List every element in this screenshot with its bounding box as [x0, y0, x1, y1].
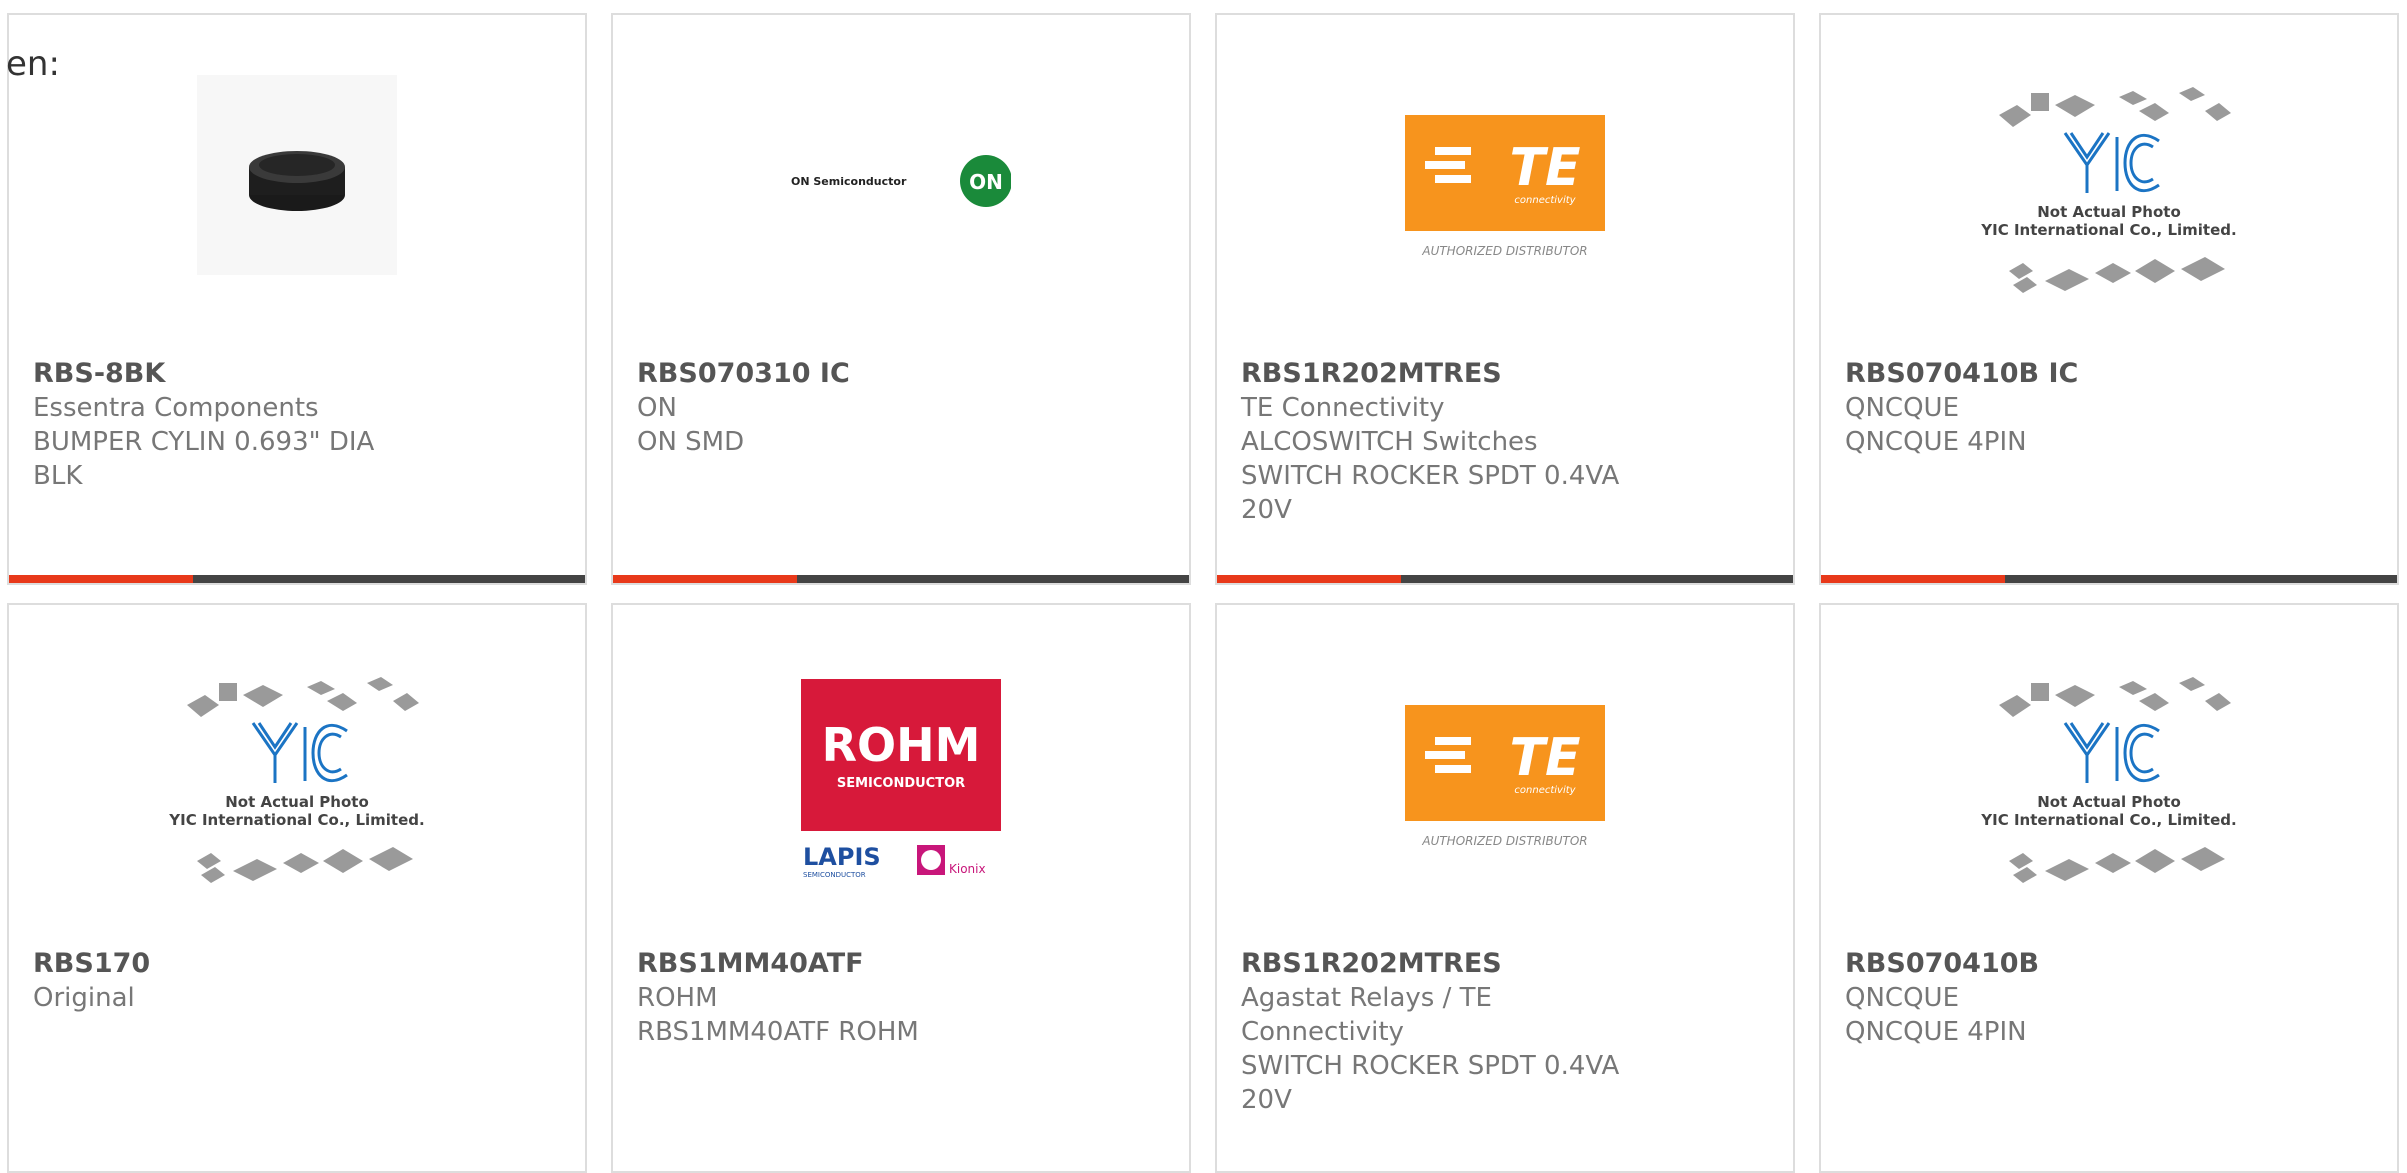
product-info: RBS1R202MTRES Agastat Relays / TE Connec… — [1241, 947, 1769, 1117]
placeholder-line-1: Not Actual Photo — [2037, 793, 2181, 811]
product-image[interactable]: ON Semiconductor ON — [613, 75, 1189, 315]
logo-text: connectivity — [1514, 195, 1576, 206]
description: SWITCH ROCKER SPDT 0.4VA 20V — [1241, 461, 1620, 525]
product-image[interactable]: Not Actual Photo YIC International Co., … — [1821, 665, 2397, 905]
card-bar — [1821, 575, 2397, 583]
placeholder-line-2: YIC International Co., Limited. — [1980, 811, 2236, 829]
logo-caption: AUTHORIZED DISTRIBUTOR — [1421, 244, 1587, 258]
logo-badge: ON — [969, 170, 1003, 194]
te-connectivity-logo-icon: TE connectivity AUTHORIZED DISTRIBUTOR — [1405, 115, 1605, 258]
te-connectivity-logo-icon: TE connectivity AUTHORIZED DISTRIBUTOR — [1405, 705, 1605, 848]
yic-placeholder-icon: Not Actual Photo YIC International Co., … — [1980, 87, 2237, 293]
part-number[interactable]: RBS1MM40ATF — [637, 947, 1165, 981]
product-info: RBS170 Original — [33, 947, 561, 1015]
manufacturer: ROHM — [637, 983, 718, 1013]
manufacturer: ON — [637, 393, 677, 423]
product-image[interactable] — [9, 75, 585, 315]
product-info: RBS070310 IC ON ON SMD — [637, 357, 1165, 459]
card-bar — [9, 575, 585, 583]
product-card[interactable]: Not Actual Photo YIC International Co., … — [1819, 603, 2399, 1173]
logo-lapis: LAPIS — [803, 843, 881, 871]
part-number[interactable]: RBS-8BK — [33, 357, 561, 391]
yic-placeholder-icon: Not Actual Photo YIC International Co., … — [1980, 677, 2237, 883]
card-bar — [613, 575, 1189, 583]
rubber-bumper-icon — [197, 75, 397, 275]
manufacturer: TE Connectivity ALCOSWITCH Switches — [1241, 393, 1538, 457]
yic-placeholder-icon: Not Actual Photo YIC International Co., … — [168, 677, 425, 883]
product-image[interactable]: TE connectivity AUTHORIZED DISTRIBUTOR — [1217, 665, 1793, 905]
svg-text:TE: TE — [1510, 728, 1581, 788]
manufacturer: Essentra Components — [33, 393, 319, 423]
product-image[interactable]: ROHM SEMICONDUCTOR LAPIS SEMICONDUCTOR K… — [613, 665, 1189, 905]
placeholder-line-2: YIC International Co., Limited. — [1980, 221, 2236, 239]
part-number[interactable]: RBS1R202MTRES — [1241, 947, 1769, 981]
placeholder-line-1: Not Actual Photo — [225, 793, 369, 811]
manufacturer: QNCQUE — [1845, 393, 1959, 423]
manufacturer: Agastat Relays / TE Connectivity — [1241, 983, 1492, 1047]
placeholder-line-2: YIC International Co., Limited. — [168, 811, 424, 829]
product-info: RBS-8BK Essentra Components BUMPER CYLIN… — [33, 357, 561, 493]
description: ON SMD — [637, 427, 745, 457]
description: Original — [33, 983, 135, 1013]
part-number[interactable]: RBS070410B IC — [1845, 357, 2373, 391]
product-info: RBS070410B IC QNCQUE QNCQUE 4PIN — [1845, 357, 2373, 459]
part-number[interactable]: RBS070310 IC — [637, 357, 1165, 391]
product-image[interactable]: Not Actual Photo YIC International Co., … — [1821, 75, 2397, 315]
logo-text: ROHM — [822, 718, 981, 772]
product-card[interactable]: TE connectivity AUTHORIZED DISTRIBUTOR R… — [1215, 603, 1795, 1173]
logo-sub: SEMICONDUCTOR — [837, 776, 965, 791]
part-number[interactable]: RBS1R202MTRES — [1241, 357, 1769, 391]
part-number[interactable]: RBS070410B — [1845, 947, 2373, 981]
logo-lapis-sub: SEMICONDUCTOR — [803, 871, 866, 879]
product-card[interactable]: TE connectivity AUTHORIZED DISTRIBUTOR R… — [1215, 13, 1795, 585]
product-grid: RBS-8BK Essentra Components BUMPER CYLIN… — [0, 0, 2407, 1173]
on-semiconductor-logo-icon: ON Semiconductor ON — [791, 155, 1011, 207]
product-card[interactable]: Not Actual Photo YIC International Co., … — [1819, 13, 2399, 585]
product-card[interactable]: ON Semiconductor ON RBS070310 IC ON ON S… — [611, 13, 1191, 585]
product-image[interactable]: TE connectivity AUTHORIZED DISTRIBUTOR — [1217, 75, 1793, 315]
product-card[interactable]: Not Actual Photo YIC International Co., … — [7, 603, 587, 1173]
svg-text:TE: TE — [1510, 138, 1581, 198]
description: RBS1MM40ATF ROHM — [637, 1017, 919, 1047]
product-card[interactable]: ROHM SEMICONDUCTOR LAPIS SEMICONDUCTOR K… — [611, 603, 1191, 1173]
description: QNCQUE 4PIN — [1845, 427, 2027, 457]
description: SWITCH ROCKER SPDT 0.4VA 20V — [1241, 1051, 1620, 1115]
description: QNCQUE 4PIN — [1845, 1017, 2027, 1047]
placeholder-line-1: Not Actual Photo — [2037, 203, 2181, 221]
manufacturer: QNCQUE — [1845, 983, 1959, 1013]
product-info: RBS1MM40ATF ROHM RBS1MM40ATF ROHM — [637, 947, 1165, 1049]
product-info: RBS1R202MTRES TE Connectivity ALCOSWITCH… — [1241, 357, 1769, 527]
page-label: en: — [6, 44, 60, 84]
logo-kionix: Kionix — [949, 862, 986, 876]
card-bar — [1217, 575, 1793, 583]
product-image[interactable]: Not Actual Photo YIC International Co., … — [9, 665, 585, 905]
product-info: RBS070410B QNCQUE QNCQUE 4PIN — [1845, 947, 2373, 1049]
logo-text: ON Semiconductor — [791, 175, 907, 188]
logo-text: connectivity — [1514, 785, 1576, 796]
product-card[interactable]: RBS-8BK Essentra Components BUMPER CYLIN… — [7, 13, 587, 585]
description: BUMPER CYLIN 0.693" DIA BLK — [33, 427, 375, 491]
logo-caption: AUTHORIZED DISTRIBUTOR — [1421, 834, 1587, 848]
part-number[interactable]: RBS170 — [33, 947, 561, 981]
rohm-logo-icon: ROHM SEMICONDUCTOR LAPIS SEMICONDUCTOR K… — [801, 679, 1001, 879]
